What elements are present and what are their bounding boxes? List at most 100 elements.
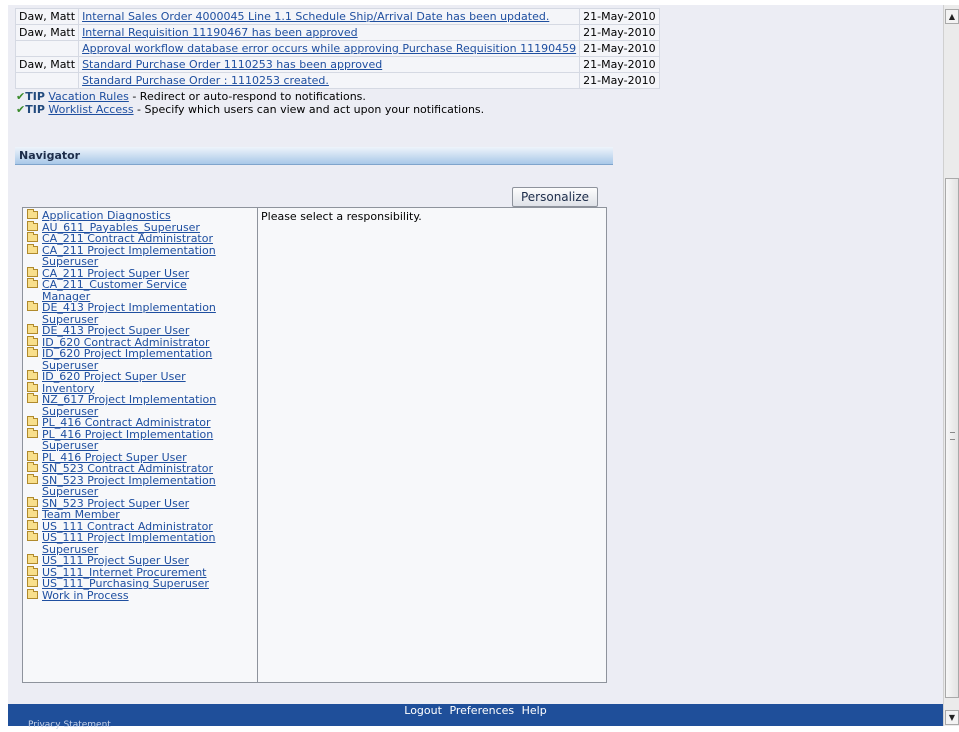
folder-icon: [27, 266, 38, 277]
responsibility-link[interactable]: Work in Process: [42, 589, 217, 602]
folder-icon: [27, 347, 38, 357]
responsibility-item[interactable]: CA_211_Customer Service Manager: [27, 278, 255, 302]
responsibility-item[interactable]: US_111_Purchasing Superuser: [27, 577, 255, 590]
notifications-table: Daw, Matt Internal Sales Order 4000045 Li…: [14, 8, 660, 89]
select-responsibility-message: Please select a responsibility.: [261, 210, 422, 223]
responsibility-item[interactable]: Work in Process: [27, 588, 255, 602]
navigator-header: Navigator: [15, 147, 613, 165]
responsibility-link[interactable]: PL_416 Contract Administrator: [42, 417, 217, 429]
notification-from: Daw, Matt: [14, 8, 80, 25]
responsibility-link[interactable]: CA_211 Contract Administrator: [42, 233, 217, 245]
worklist-access-link[interactable]: Worklist Access: [48, 103, 133, 116]
grip-icon: [950, 432, 955, 440]
vacation-rules-link[interactable]: Vacation Rules: [48, 90, 128, 103]
responsibility-link[interactable]: ID_620 Project Super User: [42, 371, 217, 383]
folder-icon: [27, 519, 38, 530]
responsibility-item[interactable]: CA_211 Project Implementation Superuser: [27, 243, 255, 268]
folder-icon: [27, 370, 38, 380]
notification-date: 21-May-2010: [579, 72, 660, 89]
responsibility-item[interactable]: PL_416 Contract Administrator: [27, 416, 255, 429]
responsibility-link[interactable]: NZ_617 Project Implementation Superuser: [42, 394, 217, 417]
notification-subject-cell: Internal Requisition 11190467 has been a…: [78, 24, 581, 41]
notification-subject-cell: Standard Purchase Order 1110253 has been…: [78, 56, 581, 73]
notification-row: Daw, Matt Internal Sales Order 4000045 Li…: [14, 8, 660, 25]
responsibility-link[interactable]: US_111 Project Implementation Superuser: [42, 532, 217, 555]
folder-icon: [27, 416, 38, 426]
responsibility-item[interactable]: CA_211 Contract Administrator: [27, 232, 255, 245]
vertical-scrollbar[interactable]: ▲ ▼: [943, 5, 959, 726]
folder-icon: [27, 278, 38, 288]
responsibility-list: Application Diagnostics AU_611_Payables_S…: [23, 208, 258, 682]
responsibility-item[interactable]: ID_620 Project Super User: [27, 370, 255, 383]
notification-subject-cell: Standard Purchase Order : 1110253 create…: [78, 72, 581, 89]
scrollbar-thumb[interactable]: [945, 178, 959, 698]
logout-link[interactable]: Logout: [404, 704, 442, 717]
tip-text: - Redirect or auto-respond to notificati…: [128, 90, 366, 103]
responsibility-link[interactable]: SN_523 Project Implementation Superuser: [42, 474, 217, 498]
folder-icon: [27, 531, 38, 541]
responsibility-link[interactable]: US_111 Project Super User: [42, 555, 217, 567]
folder-icon: [27, 220, 38, 231]
responsibility-panel: Application Diagnostics AU_611_Payables_S…: [22, 207, 607, 683]
personalize-button[interactable]: Personalize: [512, 187, 598, 207]
folder-icon: [27, 324, 38, 334]
responsibility-link[interactable]: ID_620 Project Implementation Superuser: [42, 348, 217, 371]
responsibility-item[interactable]: Application Diagnostics: [27, 209, 255, 222]
responsibility-link[interactable]: Application Diagnostics: [42, 210, 217, 222]
folder-icon: [27, 508, 38, 518]
privacy-statement-link[interactable]: Privacy Statement: [28, 718, 111, 732]
folder-icon: [27, 232, 38, 242]
notification-subject-link[interactable]: Internal Sales Order 4000045 Line 1.1 Sc…: [82, 10, 549, 23]
folder-icon: [27, 393, 38, 403]
responsibility-link[interactable]: CA_211_Customer Service Manager: [42, 279, 217, 302]
responsibility-link[interactable]: US_111_Purchasing Superuser: [42, 578, 217, 590]
responsibility-link[interactable]: DE_413 Project Implementation Superuser: [42, 302, 217, 325]
notification-date: 21-May-2010: [579, 8, 660, 25]
tip-label: TIP: [25, 90, 45, 103]
folder-icon: [27, 427, 38, 438]
responsibility-link[interactable]: SN_523 Contract Administrator: [42, 463, 217, 475]
help-link[interactable]: Help: [522, 704, 547, 717]
notification-date: 21-May-2010: [579, 24, 660, 41]
responsibility-link[interactable]: PL_416 Project Implementation Superuser: [42, 428, 217, 452]
notification-date: 21-May-2010: [579, 40, 660, 57]
content-frame: Daw, Matt Internal Sales Order 4000045 Li…: [8, 5, 943, 704]
responsibility-link[interactable]: DE_413 Project Super User: [42, 325, 217, 337]
folder-icon: [27, 381, 38, 392]
scroll-down-icon[interactable]: ▼: [945, 710, 959, 725]
notification-row: Daw, Matt Internal Requisition 11190467 h…: [14, 24, 660, 41]
folder-icon: [27, 209, 38, 219]
footer-bar: Logout Preferences Help Privacy Statemen…: [8, 704, 943, 730]
notification-from: [14, 40, 80, 57]
responsibility-item[interactable]: Team Member: [27, 508, 255, 521]
folder-icon: [27, 577, 38, 587]
responsibility-item[interactable]: DE_413 Project Super User: [27, 324, 255, 337]
notification-subject-link[interactable]: Standard Purchase Order 1110253 has been…: [82, 58, 382, 71]
responsibility-item[interactable]: SN_523 Contract Administrator: [27, 462, 255, 475]
responsibility-link[interactable]: Team Member: [42, 509, 217, 521]
responsibility-item[interactable]: DE_413 Project Implementation Superuser: [27, 301, 255, 325]
notification-subject-link[interactable]: Approval workflow database error occurs …: [82, 42, 576, 55]
notification-row: Standard Purchase Order : 1110253 create…: [14, 72, 660, 89]
notification-row: Approval workflow database error occurs …: [14, 40, 660, 57]
responsibility-item[interactable]: ID_620 Project Implementation Superuser: [27, 347, 255, 371]
responsibility-item[interactable]: PL_416 Project Implementation Superuser: [27, 427, 255, 452]
responsibility-item[interactable]: SN_523 Project Implementation Superuser: [27, 473, 255, 498]
notification-from: Daw, Matt: [14, 56, 80, 73]
folder-icon: [27, 450, 38, 461]
tip-text: - Specify which users can view and act u…: [133, 103, 485, 116]
responsibility-item[interactable]: US_111 Project Implementation Superuser: [27, 531, 255, 555]
folder-icon: [27, 243, 38, 254]
notification-subject-link[interactable]: Internal Requisition 11190467 has been a…: [82, 26, 358, 39]
responsibility-item[interactable]: NZ_617 Project Implementation Superuser: [27, 393, 255, 417]
folder-icon: [27, 335, 38, 346]
folder-icon: [27, 496, 38, 507]
notification-subject-link[interactable]: Standard Purchase Order : 1110253 create…: [82, 74, 329, 87]
folder-icon: [27, 554, 38, 564]
responsibility-link[interactable]: CA_211 Project Implementation Superuser: [42, 244, 217, 268]
responsibility-item[interactable]: US_111 Project Super User: [27, 554, 255, 567]
preferences-link[interactable]: Preferences: [449, 704, 514, 717]
folder-icon: [27, 462, 38, 472]
folder-icon: [27, 565, 38, 576]
scroll-up-icon[interactable]: ▲: [945, 9, 959, 24]
